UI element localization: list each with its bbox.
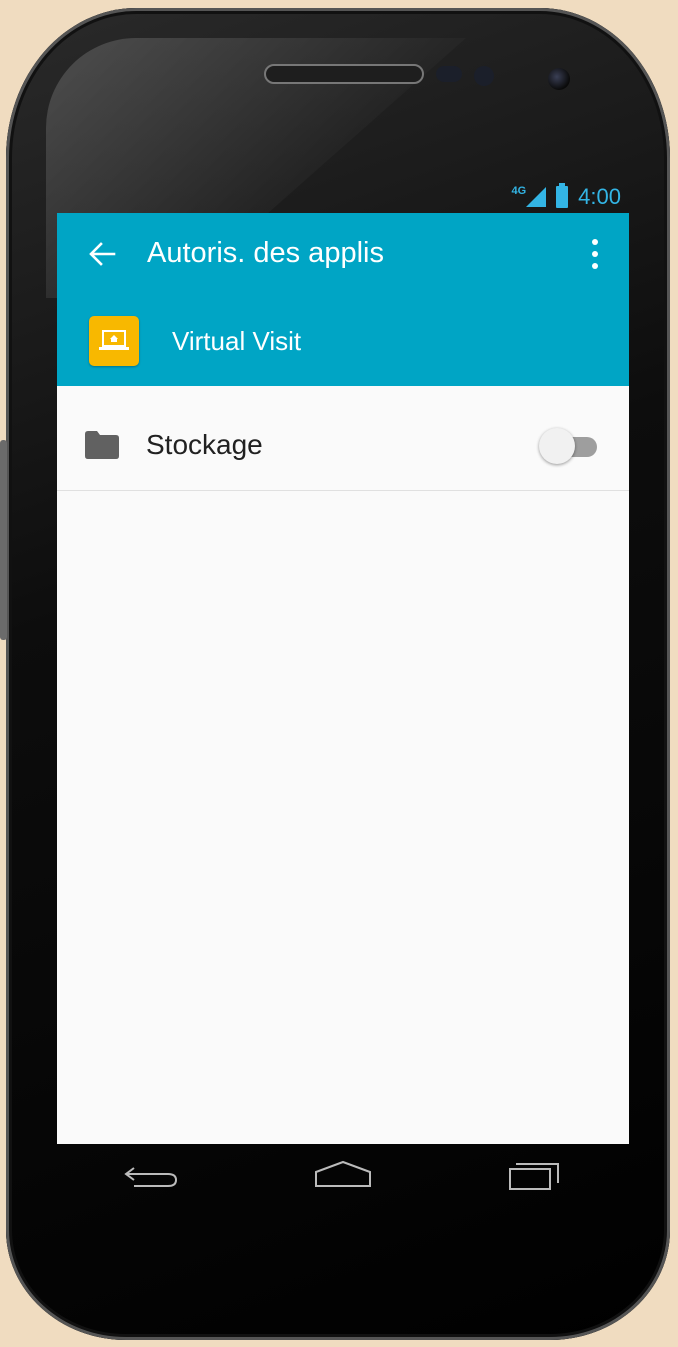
signal-icon <box>526 186 547 207</box>
recent-apps-icon[interactable] <box>494 1151 574 1199</box>
volume-button <box>0 440 7 640</box>
page-title: Autoris. des applis <box>147 237 384 269</box>
overflow-menu-icon[interactable] <box>585 237 605 271</box>
permission-label: Stockage <box>146 429 263 460</box>
battery-icon <box>556 182 569 208</box>
earpiece <box>264 64 424 84</box>
back-arrow-icon[interactable] <box>87 239 117 269</box>
toggle-thumb <box>539 428 575 464</box>
back-nav-icon[interactable] <box>112 1151 192 1199</box>
clock: 4:00 <box>578 183 621 209</box>
app-bar: Autoris. des applis Virtual Visit <box>57 213 629 386</box>
folder-icon <box>85 431 119 459</box>
app-name: Virtual Visit <box>172 326 302 356</box>
app-icon <box>89 316 139 366</box>
permission-row-storage[interactable]: Stockage <box>57 386 629 491</box>
navigation-bar <box>57 1144 629 1206</box>
proximity-sensor <box>436 66 462 82</box>
home-nav-icon[interactable] <box>303 1151 383 1199</box>
storage-toggle[interactable] <box>539 428 599 464</box>
front-camera <box>548 68 570 90</box>
light-sensor <box>474 66 494 86</box>
status-bar: 4G 4:00 <box>57 180 629 213</box>
network-type: 4G <box>511 184 527 197</box>
app-screen: Autoris. des applis Virtual Visit Stocka… <box>57 213 629 1144</box>
laptop-icon <box>99 330 129 350</box>
